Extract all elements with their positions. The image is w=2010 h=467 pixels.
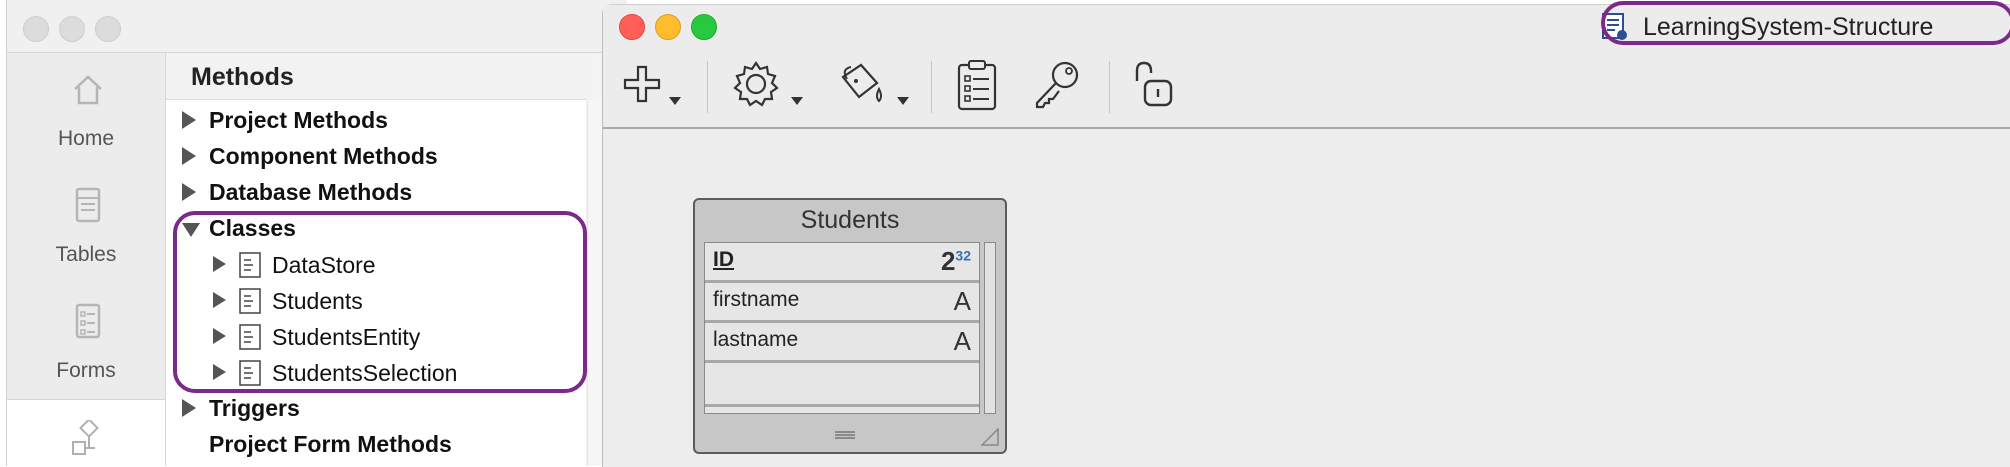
paint-bucket-icon xyxy=(841,63,882,103)
classes-highlight-outline xyxy=(173,211,587,393)
methods-title: Methods xyxy=(191,63,294,91)
field-row-empty[interactable] xyxy=(705,363,979,407)
methods-pane: Methods Project Methods Component Method… xyxy=(166,53,587,466)
disclosure-triangle-icon[interactable] xyxy=(182,111,196,129)
sidebar-item-label: Forms xyxy=(56,359,116,382)
sidebar-item-methods[interactable] xyxy=(7,399,165,467)
field-list: ID 232 firstname A lastname A xyxy=(704,242,980,414)
explorer-titlebar xyxy=(7,0,627,53)
tree-item-label: Project Form Methods xyxy=(209,431,452,457)
forms-icon xyxy=(75,303,101,339)
alpha-icon: A xyxy=(953,326,971,356)
structure-window: LearningSystem-Structure Students ID 232… xyxy=(602,1,2010,467)
disclosure-triangle-icon[interactable] xyxy=(182,183,196,201)
clipboard-icon xyxy=(957,60,997,111)
toolbar-separator xyxy=(931,61,932,113)
minimize-button-inactive[interactable] xyxy=(59,16,85,42)
field-name: ID xyxy=(713,248,734,271)
key-icon xyxy=(1035,61,1079,109)
color-button[interactable] xyxy=(835,59,909,111)
chevron-down-icon xyxy=(791,97,803,105)
methods-icon xyxy=(72,420,99,455)
settings-button[interactable] xyxy=(731,59,803,111)
zoom-button[interactable] xyxy=(691,14,717,40)
type-glyph: 2 xyxy=(940,246,956,276)
close-button-inactive[interactable] xyxy=(23,16,49,42)
chevron-down-icon xyxy=(897,97,909,105)
tree-item-label: Project Methods xyxy=(209,107,388,133)
sidebar-item-home[interactable]: Home xyxy=(7,53,165,163)
field-row-lastname[interactable]: lastname A xyxy=(705,323,979,363)
tree-item-label: Database Methods xyxy=(209,179,413,205)
grip-icon[interactable] xyxy=(835,430,855,440)
longint-icon: 232 xyxy=(941,246,971,277)
field-name: lastname xyxy=(713,328,799,351)
structure-canvas[interactable]: Students ID 232 firstname A lastname A xyxy=(603,129,2010,467)
table-students[interactable]: Students ID 232 firstname A lastname A xyxy=(693,198,1007,454)
sidebar-item-label: Home xyxy=(57,127,115,150)
title-highlight-outline xyxy=(1601,1,2010,45)
sidebar-item-label: Tables xyxy=(55,243,117,266)
tree-item-label: Triggers xyxy=(209,395,300,421)
field-row-id[interactable]: ID 232 xyxy=(705,243,979,283)
alpha-icon: A xyxy=(953,286,971,316)
add-button[interactable] xyxy=(621,59,681,111)
table-title: Students xyxy=(800,206,900,234)
sidebar-item-forms[interactable]: Forms xyxy=(7,285,165,395)
unlock-icon xyxy=(1135,61,1173,107)
inspector-button[interactable] xyxy=(955,59,1001,111)
lock-button[interactable] xyxy=(1129,59,1179,111)
chevron-down-icon xyxy=(669,97,681,105)
methods-header: Methods xyxy=(166,53,586,100)
close-button[interactable] xyxy=(619,14,645,40)
structure-titlebar: LearningSystem-Structure xyxy=(603,1,2010,47)
home-icon xyxy=(74,75,102,105)
structure-toolbar xyxy=(603,47,2010,129)
explorer-window: Home Tables Forms Methods Project Method… xyxy=(6,0,628,467)
field-list-scrollbar[interactable] xyxy=(984,242,996,414)
explorer-sidebar: Home Tables Forms xyxy=(7,53,166,467)
zoom-button-inactive[interactable] xyxy=(95,16,121,42)
sidebar-item-tables[interactable]: Tables xyxy=(7,169,165,279)
type-superscript: 32 xyxy=(955,247,971,264)
resize-handle-icon[interactable] xyxy=(981,428,999,446)
toolbar-separator xyxy=(1109,61,1110,113)
disclosure-triangle-icon[interactable] xyxy=(182,399,196,417)
toolbar-separator xyxy=(707,61,708,113)
tree-item-label: Component Methods xyxy=(209,143,438,169)
add-icon xyxy=(623,65,661,103)
gear-icon xyxy=(733,61,779,107)
tables-icon xyxy=(75,187,101,223)
field-name: firstname xyxy=(713,288,800,311)
minimize-button[interactable] xyxy=(655,14,681,40)
disclosure-triangle-icon[interactable] xyxy=(182,147,196,165)
primary-key-button[interactable] xyxy=(1031,59,1085,111)
field-row-firstname[interactable]: firstname A xyxy=(705,283,979,323)
